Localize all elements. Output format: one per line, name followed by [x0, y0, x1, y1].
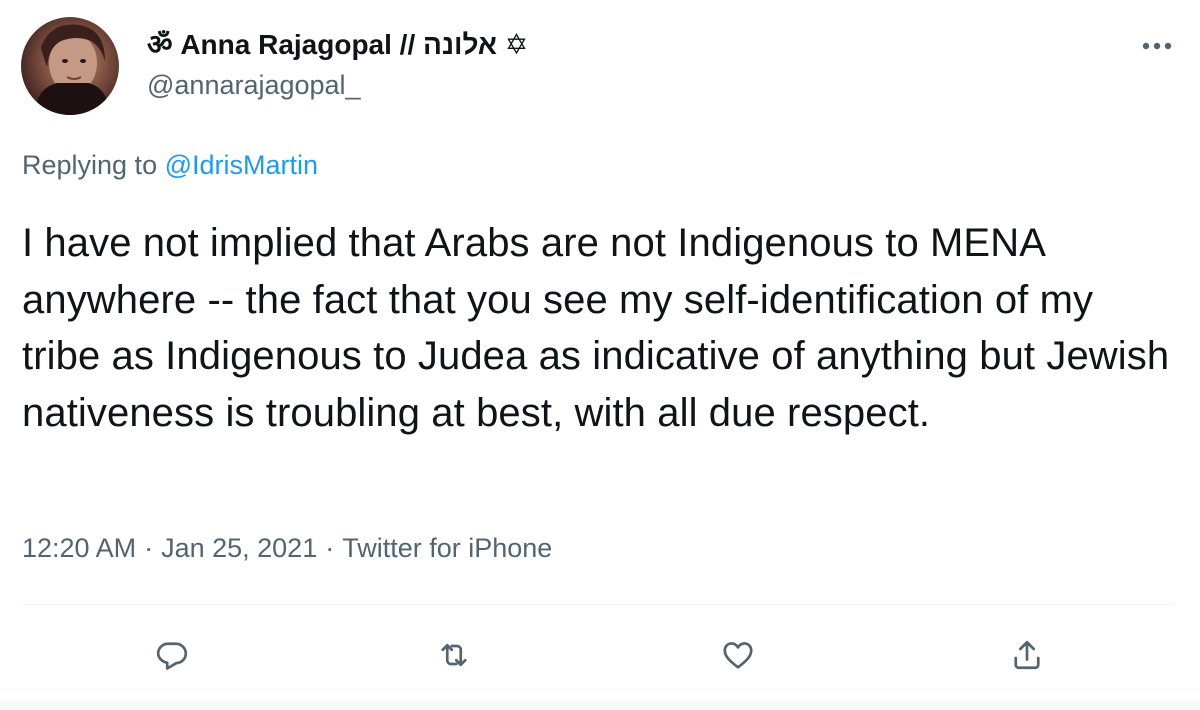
tweet-source[interactable]: Twitter for iPhone — [342, 533, 552, 563]
retweet-button[interactable] — [424, 625, 484, 685]
author-name-row[interactable]: ॐ Anna Rajagopal // אלונה ✡ — [147, 24, 528, 64]
share-button[interactable] — [997, 625, 1057, 685]
meta-separator: · — [144, 533, 154, 563]
card-bottom-edge — [0, 700, 1200, 710]
tweet-text: I have not implied that Arabs are not In… — [22, 221, 1170, 435]
avatar-image — [35, 24, 109, 115]
reply-button[interactable] — [142, 625, 202, 685]
like-button[interactable] — [708, 625, 768, 685]
heart-icon — [723, 642, 753, 669]
author-handle[interactable]: @annarajagopal_ — [147, 70, 361, 101]
retweet-icon — [441, 643, 467, 667]
tweet-meta: 12:20 AM · Jan 25, 2021 · Twitter for iPhone — [22, 533, 552, 564]
reply-bubble-icon — [156, 642, 188, 670]
tweet-date[interactable]: Jan 25, 2021 — [161, 533, 317, 563]
tweet-card: ॐ Anna Rajagopal // אלונה ✡ @annarajagop… — [0, 0, 1200, 710]
more-dots-icon — [1142, 42, 1172, 50]
avatar[interactable] — [21, 17, 119, 115]
tweet-time[interactable]: 12:20 AM — [22, 533, 136, 563]
divider — [22, 604, 1174, 605]
action-bar — [0, 625, 1200, 685]
share-icon — [1014, 640, 1040, 670]
replying-to-line: Replying to @IdrisMartin — [22, 150, 318, 181]
reply-mention-link[interactable]: @IdrisMartin — [165, 150, 318, 180]
more-options-button[interactable] — [1134, 26, 1180, 66]
replying-to-label: Replying to — [22, 150, 158, 180]
author-display-name[interactable]: ॐ Anna Rajagopal // אלונה ✡ — [147, 25, 528, 63]
meta-separator: · — [325, 533, 335, 563]
